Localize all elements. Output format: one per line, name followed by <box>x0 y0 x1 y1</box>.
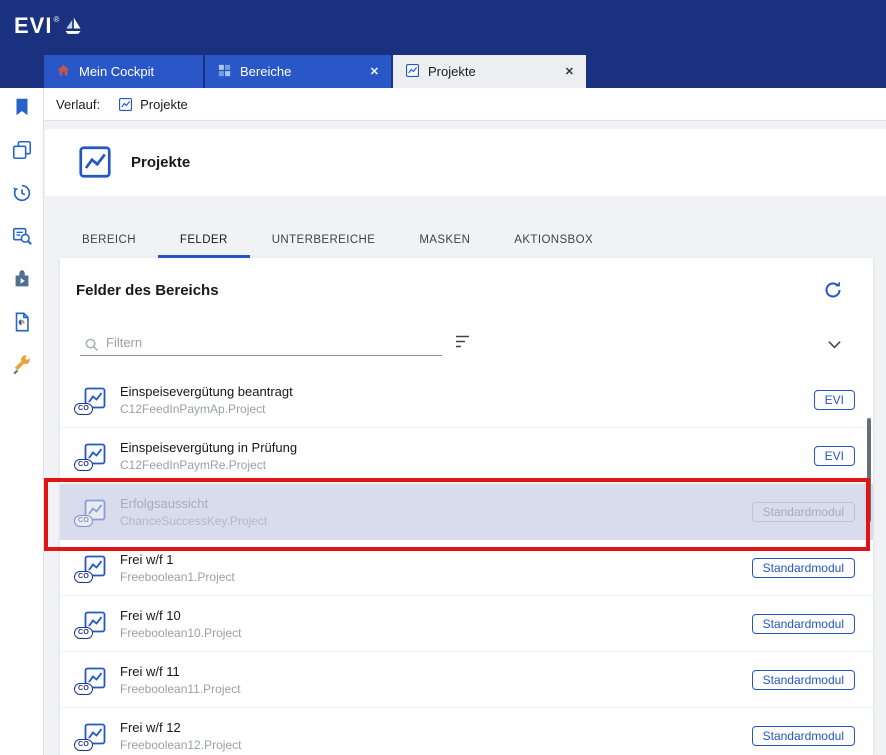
top-bar: EVI® <box>0 0 886 55</box>
areas-icon <box>217 63 232 81</box>
tab-label: Bereiche <box>240 64 291 79</box>
co-badge: CO <box>74 739 93 751</box>
close-icon[interactable]: ✕ <box>370 65 379 78</box>
tab-bereiche[interactable]: Bereiche ✕ <box>205 55 391 88</box>
page-title: Projekte <box>131 129 190 196</box>
field-chart-icon: CO <box>78 666 108 693</box>
list-scrollbar[interactable] <box>867 418 871 522</box>
field-chart-icon: CO <box>78 554 108 581</box>
field-chart-icon: CO <box>78 442 108 469</box>
sort-icon <box>454 337 474 352</box>
field-chart-icon: CO <box>78 722 108 749</box>
module-badge: Standardmodul <box>752 614 855 634</box>
tab-bereich[interactable]: BEREICH <box>60 221 158 258</box>
tab-aktionsbox[interactable]: AKTIONSBOX <box>492 221 615 258</box>
module-badge: EVI <box>814 446 855 466</box>
field-subtitle: Freeboolean11.Project <box>120 682 241 696</box>
registered-mark: ® <box>53 15 59 24</box>
field-title: Einspeisevergütung beantragt <box>120 384 293 399</box>
module-badge: Standardmodul <box>752 558 855 578</box>
co-badge: CO <box>74 571 93 583</box>
tab-mein-cockpit[interactable]: Mein Cockpit <box>44 55 203 88</box>
field-subtitle: Freeboolean10.Project <box>120 626 241 640</box>
field-chart-icon: CO <box>78 386 108 413</box>
chevron-down-icon <box>827 338 842 353</box>
module-badge: EVI <box>814 390 855 410</box>
tab-bar: Mein Cockpit Bereiche ✕ Projekte ✕ <box>0 55 886 88</box>
list-item[interactable]: CO Einspeisevergütung in Prüfung C12Feed… <box>60 428 873 484</box>
sidebar-item-plugins[interactable] <box>9 268 35 292</box>
history-icon <box>11 182 33 207</box>
sidebar-item-history[interactable] <box>9 182 35 206</box>
module-badge: Standardmodul <box>752 670 855 690</box>
list-item[interactable]: CO Frei w/f 1 Freeboolean1.Project Stand… <box>60 540 873 596</box>
list-item[interactable]: CO Frei w/f 10 Freeboolean10.Project Sta… <box>60 596 873 652</box>
section-tab-strip: BEREICH FELDER UNTERBEREICHE MASKEN AKTI… <box>60 221 615 258</box>
tab-label: Projekte <box>428 64 476 79</box>
filter-input[interactable] <box>80 330 442 356</box>
list-item[interactable]: CO Frei w/f 11 Freeboolean11.Project Sta… <box>60 652 873 708</box>
field-title: Frei w/f 10 <box>120 608 241 623</box>
close-icon[interactable]: ✕ <box>565 65 574 78</box>
plugin-icon <box>11 268 33 293</box>
tab-masken[interactable]: MASKEN <box>397 221 492 258</box>
bookmark-icon <box>11 96 33 121</box>
page-header: Projekte <box>45 129 886 196</box>
evi-logo: EVI® <box>14 13 83 43</box>
sidebar-item-tools[interactable] <box>9 354 35 378</box>
refresh-button[interactable] <box>823 280 843 300</box>
module-badge: Standardmodul <box>752 502 855 522</box>
panel-title: Felder des Bereichs <box>76 282 219 299</box>
sidebar-item-reports[interactable] <box>9 311 35 335</box>
search-data-icon <box>11 225 33 250</box>
field-subtitle: C12FeedInPaymRe.Project <box>120 458 297 472</box>
breadcrumb-label: Verlauf: <box>56 97 100 112</box>
tab-label: Mein Cockpit <box>79 64 154 79</box>
breadcrumb: Verlauf: Projekte <box>44 88 886 121</box>
app-window: EVI® Mein Cockpit <box>0 0 886 755</box>
breadcrumb-item[interactable]: Projekte <box>140 97 188 112</box>
sailboat-icon <box>63 14 83 43</box>
fields-list: CO Einspeisevergütung beantragt C12FeedI… <box>60 372 873 755</box>
list-item[interactable]: CO Einspeisevergütung beantragt C12FeedI… <box>60 372 873 428</box>
list-item[interactable]: CO Frei w/f 12 Freeboolean12.Project Sta… <box>60 708 873 755</box>
tab-felder[interactable]: FELDER <box>158 221 250 258</box>
co-badge: CO <box>74 683 93 695</box>
field-chart-icon: CO <box>78 610 108 637</box>
sidebar-item-windows[interactable] <box>9 139 35 163</box>
field-title: Frei w/f 11 <box>120 664 241 679</box>
tools-icon <box>11 354 33 379</box>
logo-text: EVI <box>14 13 52 39</box>
field-title: Frei w/f 1 <box>120 552 235 567</box>
co-badge: CO <box>74 627 93 639</box>
projects-icon <box>118 97 133 112</box>
tab-unterbereiche[interactable]: UNTERBEREICHE <box>250 221 398 258</box>
home-icon <box>56 63 71 81</box>
expand-filters-button[interactable] <box>825 338 843 350</box>
list-item-selected[interactable]: CO Erfolgsaussicht ChanceSuccessKey.Proj… <box>60 484 873 540</box>
co-badge: CO <box>74 403 93 415</box>
field-title: Frei w/f 12 <box>120 720 241 735</box>
co-badge: CO <box>74 459 93 471</box>
projects-icon <box>405 63 420 81</box>
left-sidebar <box>0 88 44 755</box>
fields-panel: Felder des Bereichs <box>60 258 873 755</box>
field-subtitle: Freeboolean1.Project <box>120 570 235 584</box>
field-subtitle: Freeboolean12.Project <box>120 738 241 752</box>
sort-button[interactable] <box>453 334 475 352</box>
windows-icon <box>11 139 33 164</box>
co-badge: CO <box>74 515 93 527</box>
sidebar-item-bookmarks[interactable] <box>9 96 35 120</box>
module-badge: Standardmodul <box>752 726 855 746</box>
sidebar-item-search-data[interactable] <box>9 225 35 249</box>
report-icon <box>11 311 33 336</box>
projects-page-icon <box>77 144 113 185</box>
field-chart-icon: CO <box>78 498 108 525</box>
field-subtitle: C12FeedInPaymAp.Project <box>120 402 293 416</box>
field-title: Erfolgsaussicht <box>120 496 267 511</box>
refresh-icon <box>823 288 843 303</box>
field-title: Einspeisevergütung in Prüfung <box>120 440 297 455</box>
field-subtitle: ChanceSuccessKey.Project <box>120 514 267 528</box>
tab-projekte[interactable]: Projekte ✕ <box>393 55 586 88</box>
